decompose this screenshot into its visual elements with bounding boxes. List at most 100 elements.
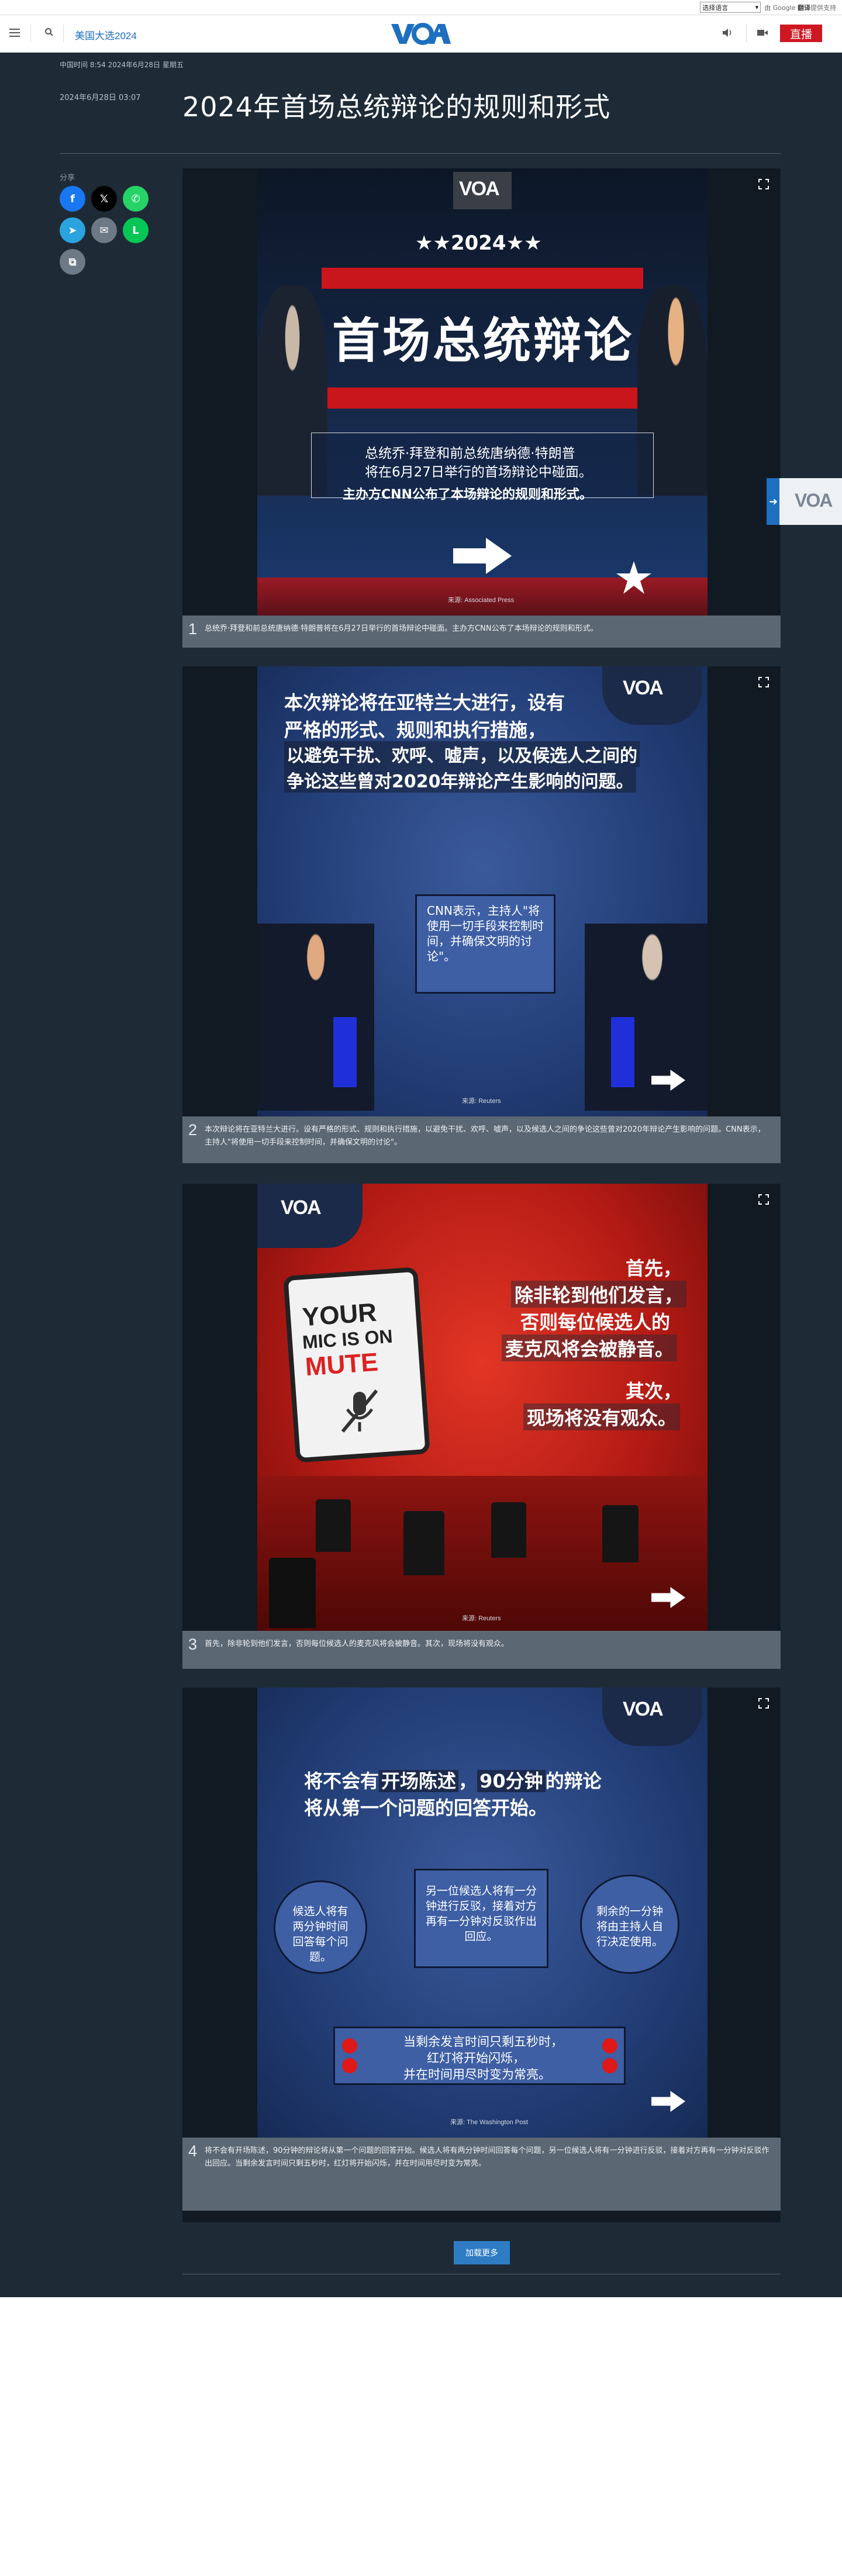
graphic-line-3: 以避免干扰、欢呼、嘘声，以及候选人之间的 — [284, 741, 640, 767]
facebook-icon: f — [70, 192, 75, 205]
voa-logo: VOA — [623, 1698, 664, 1720]
graphic-line-3: 主办方CNN公布了本场辩论的规则和形式。 — [343, 487, 592, 502]
graphic-line-3: 否则每位候选人的 — [520, 1311, 671, 1333]
arrow-right-icon — [651, 2091, 685, 2112]
heading-highlight: 90分钟 — [477, 1770, 546, 1792]
arrow-right-icon — [651, 1587, 685, 1608]
whatsapp-share-button[interactable]: ✆ — [123, 186, 149, 212]
graphic-line-4: 争论这些曾对2020年辩论产生影响的问题。 — [284, 767, 636, 793]
gallery-slide: VOA YOUR MIC IS ON MUTE 首先， 除非轮到他们发言， 否则… — [182, 1184, 781, 1669]
voa-logo: VOA — [281, 1197, 322, 1219]
slide-image[interactable]: VOA 将不会有 开场陈述， 90分钟 的辩论 将从第一个问题的回答开始。 候选人将有… — [257, 1688, 708, 2138]
bottom-line-2: 红灯将开始闪烁， — [427, 2051, 525, 2065]
sign-text-3: MUTE — [304, 1347, 379, 1382]
copy-icon: ⧉ — [68, 255, 77, 268]
graphic-heading: 将不会有 开场陈述， 90分钟 的辩论 — [304, 1766, 602, 1793]
bottom-line-3: 并在时间用尽时变为常亮。 — [403, 2067, 551, 2081]
star-icon — [616, 561, 651, 594]
google-translate-credit[interactable]: 由 Google 翻译提供支持 — [764, 3, 836, 12]
audio-icon[interactable] — [722, 27, 733, 38]
slide-image[interactable]: VOA 本次辩论将在亚特兰大进行，设有 严格的形式、规则和执行措施， 以避免干扰… — [257, 666, 708, 1116]
arrow-right-icon: ➜ — [769, 496, 778, 508]
graphic-line-2: 除非轮到他们发言， — [511, 1281, 687, 1308]
load-more-button[interactable]: 加载更多 — [454, 2241, 510, 2264]
slide-number: 3 — [188, 1635, 198, 1653]
fullscreen-icon[interactable] — [758, 1194, 769, 1205]
biden-photo — [585, 924, 708, 1111]
image-source: 来源: The Washington Post — [450, 2119, 528, 2126]
translate-bar: 选择语言 ▾ 由 Google 翻译提供支持 — [0, 0, 842, 15]
slide-caption: 3 首先，除非轮到他们发言，否则每位候选人的麦克风将会被静音。其次，现场将没有观… — [182, 1631, 781, 1669]
language-select-value: 选择语言 — [702, 4, 729, 12]
share-label: 分享 — [60, 174, 75, 182]
caption-text: 首先，除非轮到他们发言，否则每位候选人的麦克风将会被静音。其次，现场将没有观众。 — [205, 1640, 509, 1648]
slide-caption: 4 将不会有开场陈述，90分钟的辩论将从第一个问题的回答开始。候选人将有两分钟时… — [182, 2138, 781, 2211]
facebook-share-button[interactable]: f — [60, 186, 85, 212]
empty-chair — [491, 1502, 526, 1558]
voa-logo: VOA — [623, 677, 664, 699]
graphic-line-6: 现场将没有观众。 — [523, 1403, 681, 1430]
whatsapp-icon: ✆ — [131, 192, 140, 205]
heading-part: 的辩论 — [545, 1770, 602, 1792]
header-divider — [30, 25, 31, 42]
red-light-icon — [602, 2038, 617, 2053]
line-share-button[interactable]: L — [123, 217, 149, 243]
powered-suffix: 提供支持 — [810, 4, 836, 12]
line-icon: L — [132, 224, 139, 237]
article-container: 中国时间 8:54 2024年6月28日 星期五 2024年6月28日 03:0… — [0, 53, 842, 2297]
slide-image[interactable]: VOA ★★2024★★ 首场总统辩论 总统乔·拜登和前总统唐纳德·特朗普 将在… — [257, 168, 708, 616]
voa-logo[interactable] — [390, 20, 451, 46]
red-light-icon — [342, 2058, 357, 2073]
muted-mic-icon — [341, 1389, 378, 1433]
email-share-button[interactable]: ✉ — [91, 217, 117, 243]
copy-link-button[interactable]: ⧉ — [60, 249, 85, 275]
header-divider — [63, 25, 64, 42]
floating-voa-tab[interactable]: ➜ VOA — [767, 478, 842, 525]
empty-chair — [316, 1499, 351, 1552]
arrow-right-icon — [453, 538, 512, 574]
empty-chair — [403, 1511, 444, 1575]
bottom-line-1: 当剩余发言时间只剩五秒时， — [403, 2035, 563, 2049]
slide-image[interactable]: VOA YOUR MIC IS ON MUTE 首先， 除非轮到他们发言， 否则… — [257, 1184, 708, 1631]
caption-text: 总统乔·拜登和前总统唐纳德·特朗普将在6月27日举行的首场辩论中碰面。主办方CN… — [205, 624, 598, 633]
fullscreen-icon[interactable] — [758, 677, 769, 687]
red-light-icon — [342, 2038, 357, 2053]
graphic-line-2: 将从第一个问题的回答开始。 — [304, 1797, 548, 1819]
telegram-icon: ➤ — [68, 224, 77, 237]
graphic-line-2: 严格的形式、规则和执行措施， — [284, 719, 547, 741]
red-light-icon — [602, 2058, 617, 2073]
voa-logo: VOA — [795, 490, 833, 511]
graphic-line-2: 将在6月27日举行的首场辩论中碰面。 — [365, 465, 592, 480]
fullscreen-icon[interactable] — [758, 179, 769, 189]
fullscreen-icon[interactable] — [758, 1698, 769, 1709]
empty-chair — [269, 1558, 316, 1628]
article-meta: 中国时间 8:54 2024年6月28日 星期五 — [60, 61, 184, 69]
red-bar — [322, 388, 643, 409]
section-link[interactable]: 美国大选2024 — [75, 27, 137, 42]
header-divider — [746, 25, 747, 42]
search-icon[interactable] — [44, 27, 54, 37]
bubble-left-text: 候选人将有两分钟时间回答每个问题。 — [292, 1905, 348, 1963]
podium-light — [333, 1017, 357, 1087]
image-source: 来源: Reuters — [462, 1615, 501, 1622]
powered-brand: 翻译 — [798, 4, 810, 12]
email-icon: ✉ — [99, 224, 109, 237]
x-share-button[interactable]: 𝕏 — [91, 186, 117, 212]
podium-light — [611, 1017, 634, 1087]
image-source: 来源: Reuters — [462, 1098, 501, 1105]
gallery-slide: VOA 本次辩论将在亚特兰大进行，设有 严格的形式、规则和执行措施， 以避免干扰… — [182, 666, 781, 1163]
slide-number: 4 — [188, 2142, 198, 2160]
telegram-share-button[interactable]: ➤ — [60, 217, 85, 243]
video-icon[interactable] — [757, 28, 768, 37]
chevron-down-icon: ▾ — [755, 4, 759, 11]
language-select[interactable]: 选择语言 ▾ — [700, 2, 761, 13]
caption-text: 本次辩论将在亚特兰大进行。设有严格的形式、规则和执行措施，以避免干扰、欢呼、嘘声… — [205, 1125, 765, 1147]
bubble-text: CNN表示，主持人"将使用一切手段来控制时间，并确保文明的讨论"。 — [427, 904, 544, 963]
graphic-line-4: 麦克风将会被静音。 — [502, 1334, 678, 1361]
menu-icon[interactable] — [9, 29, 20, 37]
graphic-line-5: 其次， — [626, 1380, 682, 1402]
live-button[interactable]: 直播 — [780, 25, 822, 42]
bubble-center-text: 另一位候选人将有一分钟进行反驳，接着对方再有一分钟对反驳作出回应。 — [425, 1885, 537, 1943]
caption-text: 将不会有开场陈述，90分钟的辩论将从第一个问题的回答开始。候选人将有两分钟时间回… — [205, 2146, 769, 2168]
image-source: 来源: Associated Press — [448, 597, 515, 604]
